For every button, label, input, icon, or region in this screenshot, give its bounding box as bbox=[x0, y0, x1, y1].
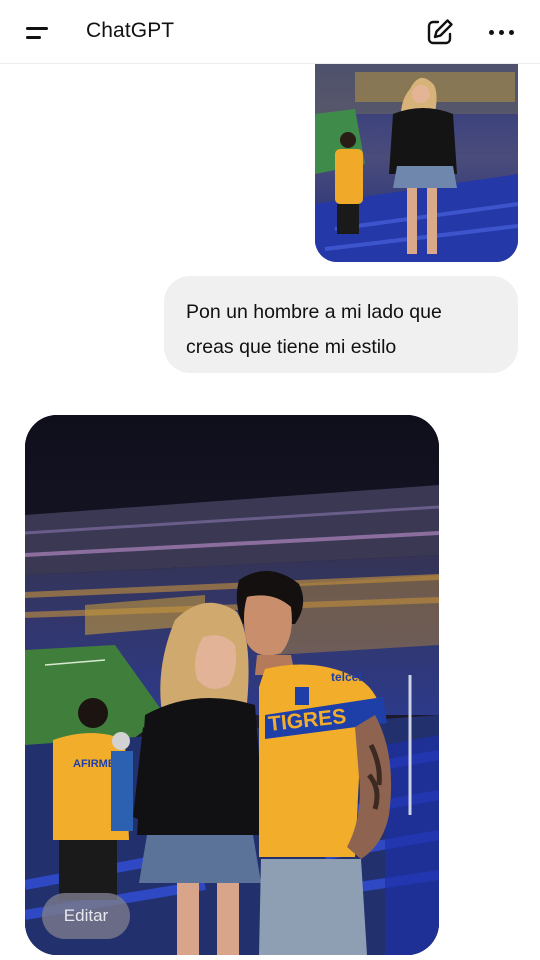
more-dot-icon bbox=[499, 30, 504, 35]
menu-icon-line-bottom bbox=[26, 36, 41, 39]
sidebar-menu-button[interactable] bbox=[18, 18, 58, 48]
app-title: ChatGPT bbox=[86, 19, 175, 42]
user-photo-illustration bbox=[315, 64, 518, 262]
kid-jersey-text: AFIRME bbox=[73, 758, 115, 770]
generated-photo-illustration: AFIRME TIGRES telcel bbox=[25, 415, 439, 955]
conversation-area[interactable]: Pon un hombre a mi lado que creas que ti… bbox=[0, 64, 540, 960]
menu-icon-line-top bbox=[26, 27, 48, 30]
user-message-bubble[interactable]: Pon un hombre a mi lado que creas que ti… bbox=[164, 276, 518, 373]
user-message-line: creas que tiene mi estilo bbox=[186, 336, 397, 358]
top-bar: ChatGPT bbox=[0, 0, 540, 64]
jersey-sponsor-text: telcel bbox=[331, 670, 362, 684]
more-dot-icon bbox=[509, 30, 514, 35]
edit-image-button[interactable]: Editar bbox=[42, 893, 130, 939]
new-chat-button[interactable] bbox=[424, 16, 456, 48]
user-uploaded-photo[interactable] bbox=[315, 64, 518, 262]
more-options-button[interactable] bbox=[484, 16, 520, 48]
user-message-line: Pon un hombre a mi lado que bbox=[186, 301, 442, 323]
more-dot-icon bbox=[489, 30, 494, 35]
compose-pencil-icon bbox=[427, 19, 453, 45]
generated-image[interactable]: AFIRME TIGRES telcel Editar bbox=[25, 415, 439, 955]
